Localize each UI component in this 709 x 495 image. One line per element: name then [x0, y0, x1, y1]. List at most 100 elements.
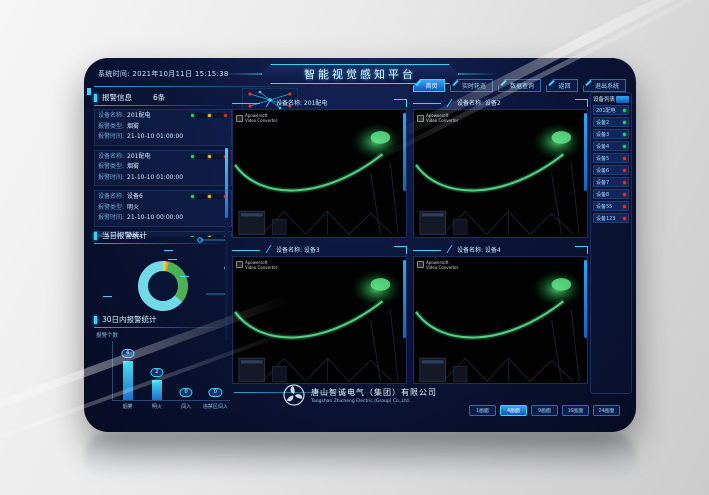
video-panel[interactable]: 设备名称: 设备4	[413, 243, 588, 385]
backdrop: 系统时间: 2021年10月11日 15:15:38 智能视觉感知平台 首页 实…	[0, 0, 709, 495]
device-name: 设备55	[596, 203, 612, 210]
video-device-name: 设备名称: 设备3	[276, 245, 320, 254]
watermark: Apowersoft Video Converter	[236, 113, 277, 123]
video-device-name: 设备名称: 设备4	[457, 245, 501, 254]
device-list: 201配电 设备2 设备3 设备4 设备5	[593, 105, 629, 223]
video-panel[interactable]: 设备名称: 设备3	[232, 243, 407, 385]
alarm-list-item[interactable]: 设备名称:201配电 报警类型:烟雾 报警时间:21-10-10 01:00:0…	[94, 150, 232, 187]
alarm-time-label: 报警时间:	[98, 213, 124, 224]
bar-value-bubble: 0	[209, 388, 222, 397]
watermark-logo-icon	[236, 115, 243, 122]
company-brand: 唐山智诚电气（集团）有限公司 Tangshan Zhicheng Electri…	[283, 384, 437, 406]
device-status-dot	[623, 109, 626, 112]
device-name-value: 设备6	[127, 192, 143, 203]
device-name-label: 设备名称:	[98, 152, 124, 163]
video-frame[interactable]: Apowersoft Video Converter	[232, 109, 407, 238]
daily-stats-title: 当日报警统计	[102, 230, 147, 241]
device-status-dot	[623, 205, 626, 208]
y-axis-label: 报警个数	[96, 331, 118, 339]
device-status-dot	[623, 217, 626, 220]
video-scrollbar[interactable]	[403, 113, 406, 191]
layout-view-button[interactable]: 9画面	[531, 405, 558, 416]
green-dot-icon	[191, 114, 194, 117]
device-status-dot	[623, 181, 626, 184]
layout-view-button[interactable]: 4画面	[500, 405, 527, 416]
alarm-panel: 报警信息 6条 设备名称:201配电 报警类型:烟雾 报警时间:21-10-10…	[94, 92, 232, 237]
device-list-item[interactable]: 设备4	[593, 141, 629, 151]
slash-decor-icon	[447, 245, 457, 253]
alarm-list-item[interactable]: 设备名称:设备6 报警类型:明火 报警时间:21-10-10 00:00:00	[94, 190, 232, 227]
yellow-dot-icon	[208, 114, 211, 117]
bar-category-label: 闯入	[181, 403, 191, 410]
nav-button[interactable]: 首页	[413, 79, 445, 92]
device-name-value: 201配电	[127, 111, 150, 122]
donut-hole	[148, 271, 178, 301]
layout-view-label: 1画面	[476, 407, 489, 414]
watermark-line2: Video Converter	[426, 265, 458, 270]
device-name: 设备5	[596, 155, 609, 162]
layout-view-label: 9画面	[538, 407, 551, 414]
layout-view-button[interactable]: 16画面	[562, 405, 589, 416]
device-list-item[interactable]: 设备123	[593, 213, 629, 223]
alarm-status-indicator	[189, 113, 229, 118]
header-divider	[94, 86, 309, 87]
device-list-panel: 设备列表 201配电 设备2 设备3 设备4	[590, 92, 632, 394]
device-list-item[interactable]: 设备2	[593, 117, 629, 127]
section-underline	[94, 105, 232, 106]
nav-button[interactable]: 实时轮巡	[450, 79, 493, 92]
alarm-time-label: 报警时间:	[98, 132, 124, 143]
layout-view-label: 16画面	[568, 407, 584, 414]
device-list-item[interactable]: 设备8	[593, 189, 629, 199]
slash-decor-icon	[447, 99, 457, 107]
left-column-scrollbar[interactable]	[225, 130, 228, 340]
watermark-logo-icon	[417, 115, 424, 122]
video-scrollbar[interactable]	[403, 260, 406, 338]
alarm-panel-header: 报警信息 6条	[94, 92, 232, 103]
layout-view-button[interactable]: 24画面	[593, 405, 620, 416]
video-scrollbar[interactable]	[584, 260, 587, 338]
bar	[152, 380, 162, 400]
video-panel[interactable]: 设备名称: 201配电	[232, 96, 407, 238]
device-name: 设备4	[596, 143, 609, 150]
watermark-line2: Video Converter	[245, 265, 277, 270]
layout-view-button[interactable]: 1画面	[469, 405, 496, 416]
bar-category-label: 明火	[152, 403, 162, 410]
device-list-item[interactable]: 设备7	[593, 177, 629, 187]
section-underline	[94, 327, 232, 328]
slash-decor-icon	[266, 245, 276, 253]
nav-button[interactable]: 返回	[546, 79, 578, 92]
video-frame[interactable]: Apowersoft Video Converter	[413, 256, 588, 385]
video-grid: 设备名称: 201配电	[232, 96, 588, 384]
alarm-type-label: 报警类型:	[98, 162, 124, 173]
device-status-dot	[623, 133, 626, 136]
page-title: 智能视觉感知平台	[304, 66, 416, 82]
company-logo-icon	[283, 384, 305, 406]
device-list-item[interactable]: 设备6	[593, 165, 629, 175]
nav-button[interactable]: 退出系统	[583, 79, 626, 92]
main-nav: 首页 实时轮巡 数据查询 返回 退出系统	[413, 79, 626, 92]
y-axis-ticks	[98, 341, 108, 401]
layout-view-label: 4画面	[507, 407, 520, 414]
device-list-title: 设备列表	[593, 95, 615, 103]
watermark: Apowersoft Video Converter	[236, 260, 277, 270]
video-panel-title: 设备名称: 201配电	[232, 96, 407, 109]
nav-button-label: 数据查询	[510, 81, 534, 90]
donut-ring	[138, 261, 188, 311]
video-frame[interactable]: Apowersoft Video Converter	[232, 256, 407, 385]
device-search-button[interactable]	[616, 96, 629, 103]
nav-button[interactable]: 数据查询	[498, 79, 541, 92]
monthly-stats-panel: 30日内报警统计 报警个数 4 烟雾 2	[94, 314, 232, 413]
video-frame[interactable]: Apowersoft Video Converter	[413, 109, 588, 238]
device-status-dot	[623, 157, 626, 160]
device-list-item[interactable]: 设备55	[593, 201, 629, 211]
red-dot-icon	[224, 114, 227, 117]
device-list-item[interactable]: 设备5	[593, 153, 629, 163]
alarm-type-value: 烟雾	[127, 162, 139, 173]
video-panel[interactable]: 设备名称: 设备2	[413, 96, 588, 238]
device-list-item[interactable]: 201配电	[593, 105, 629, 115]
video-scrollbar[interactable]	[584, 113, 587, 191]
alarm-list-item[interactable]: 设备名称:201配电 报警类型:烟雾 报警时间:21-10-10 01:00:0…	[94, 109, 232, 146]
screen-layout-buttons: 1画面 4画面 9画面 16画面 24画面	[469, 405, 620, 416]
device-list-item[interactable]: 设备3	[593, 129, 629, 139]
device-status-dot	[623, 193, 626, 196]
